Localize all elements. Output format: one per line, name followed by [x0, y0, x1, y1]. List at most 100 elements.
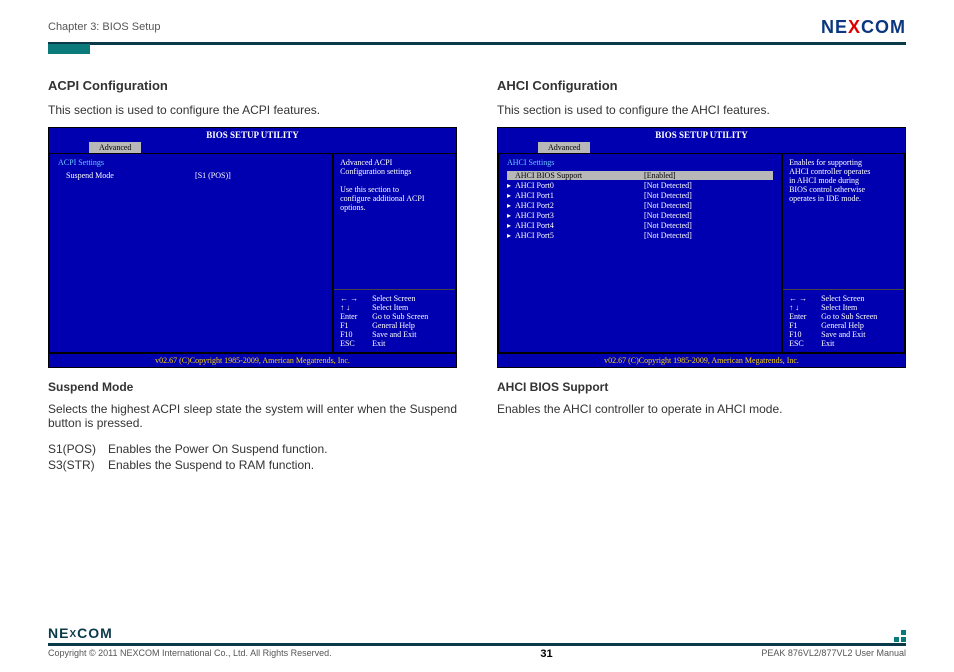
key-name: ← → — [340, 294, 372, 303]
bios-section-header: AHCI Settings — [507, 158, 773, 167]
key-action: Select Item — [372, 303, 408, 312]
key-name: ESC — [340, 339, 372, 348]
bios-key-row: F10Save and Exit — [789, 330, 898, 339]
ahci-heading: AHCI Configuration — [497, 78, 906, 93]
bios-key-row: F1General Help — [340, 321, 449, 330]
bios-tab-advanced: Advanced — [89, 142, 141, 153]
bios-row-label: AHCI BIOS Support — [515, 171, 644, 180]
key-action: Save and Exit — [372, 330, 416, 339]
bios-help-line: Configuration settings — [340, 167, 449, 176]
key-name: ESC — [789, 339, 821, 348]
bios-row-value: [Not Detected] — [644, 221, 773, 230]
key-name: Enter — [340, 312, 372, 321]
bios-key-legend: ← →Select Screen↑ ↓Select ItemEnterGo to… — [783, 289, 904, 352]
triangle-icon: ▸ — [507, 181, 515, 190]
bios-footer: v02.67 (C)Copyright 1985-2009, American … — [498, 353, 905, 367]
ahci-intro: This section is used to configure the AH… — [497, 103, 906, 117]
triangle-icon: ▸ — [507, 211, 515, 220]
bios-row: ▸AHCI Port0[Not Detected] — [507, 181, 773, 190]
bios-tabs: Advanced — [498, 142, 905, 153]
bios-body: AHCI Settings AHCI BIOS Support[Enabled]… — [498, 153, 905, 353]
bios-row: ▸AHCI Port1[Not Detected] — [507, 191, 773, 200]
suspend-mode-heading: Suspend Mode — [48, 380, 457, 394]
bios-title: BIOS SETUP UTILITY — [498, 128, 905, 142]
key-name: ← → — [789, 294, 821, 303]
key-action: Exit — [372, 339, 385, 348]
bios-row-value: [Not Detected] — [644, 201, 773, 210]
bios-key-row: ← →Select Screen — [789, 294, 898, 303]
bios-help-line: Enables for supporting — [789, 158, 898, 167]
bios-right-pane: Enables for supportingAHCI controller op… — [782, 153, 905, 353]
option-key: S3(STR) — [48, 458, 108, 472]
bios-help-line: operates in IDE mode. — [789, 194, 898, 203]
key-action: Select Screen — [372, 294, 415, 303]
ahci-bios-support-heading: AHCI BIOS Support — [497, 380, 906, 394]
key-action: Go to Sub Screen — [821, 312, 877, 321]
key-action: Exit — [821, 339, 834, 348]
bios-left-pane: AHCI Settings AHCI BIOS Support[Enabled]… — [498, 153, 782, 353]
bios-screenshot-ahci: BIOS SETUP UTILITY Advanced AHCI Setting… — [497, 127, 906, 368]
acpi-heading: ACPI Configuration — [48, 78, 457, 93]
bios-row: ▸AHCI Port4[Not Detected] — [507, 221, 773, 230]
nexcom-logo-footer: NEXCOM — [48, 625, 113, 641]
bios-help-line: BIOS control otherwise — [789, 185, 898, 194]
bios-row-label: AHCI Port4 — [515, 221, 644, 230]
bios-tab-advanced: Advanced — [538, 142, 590, 153]
bios-help-line: Advanced ACPI — [340, 158, 449, 167]
bios-row-value: [Not Detected] — [644, 181, 773, 190]
key-name: Enter — [789, 312, 821, 321]
bios-section-header: ACPI Settings — [58, 158, 324, 167]
bios-title: BIOS SETUP UTILITY — [49, 128, 456, 142]
key-name: F1 — [789, 321, 821, 330]
bios-key-legend: ← →Select Screen↑ ↓Select ItemEnterGo to… — [334, 289, 455, 352]
bios-help-line: options. — [340, 203, 449, 212]
bios-row: AHCI BIOS Support[Enabled] — [507, 171, 773, 180]
bios-row-value: [Enabled] — [644, 171, 773, 180]
bios-row-value: [Not Detected] — [644, 191, 773, 200]
bios-rows-ahci: AHCI BIOS Support[Enabled]▸AHCI Port0[No… — [507, 171, 773, 240]
option-desc: Enables the Power On Suspend function. — [108, 442, 327, 456]
bios-row-value: [Not Detected] — [644, 211, 773, 220]
header-rule — [48, 42, 906, 45]
triangle-icon: ▸ — [507, 191, 515, 200]
bios-help-text: Enables for supportingAHCI controller op… — [783, 154, 904, 289]
page-footer: NEXCOM Copyright © 2011 NEXCOM Internati… — [48, 625, 906, 660]
option-line: S3(STR)Enables the Suspend to RAM functi… — [48, 458, 457, 472]
bios-help-line: AHCI controller operates — [789, 167, 898, 176]
key-action: Go to Sub Screen — [372, 312, 428, 321]
copyright-text: Copyright © 2011 NEXCOM International Co… — [48, 648, 332, 660]
bios-row: ▸AHCI Port3[Not Detected] — [507, 211, 773, 220]
bios-row-label: AHCI Port5 — [515, 231, 644, 240]
bios-left-pane: ACPI Settings Suspend Mode[S1 (POS)] — [49, 153, 333, 353]
suspend-mode-options: S1(POS)Enables the Power On Suspend func… — [48, 442, 457, 472]
bios-rows-acpi: Suspend Mode[S1 (POS)] — [58, 171, 324, 180]
key-name: F1 — [340, 321, 372, 330]
key-name: F10 — [340, 330, 372, 339]
bios-row-label: AHCI Port1 — [515, 191, 644, 200]
bios-row-label: AHCI Port3 — [515, 211, 644, 220]
key-name: F10 — [789, 330, 821, 339]
bios-help-line: in AHCI mode during — [789, 176, 898, 185]
triangle-icon: ▸ — [507, 221, 515, 230]
bios-row-label: Suspend Mode — [66, 171, 195, 180]
key-action: Select Item — [821, 303, 857, 312]
option-line: S1(POS)Enables the Power On Suspend func… — [48, 442, 457, 456]
manual-name: PEAK 876VL2/877VL2 User Manual — [761, 648, 906, 660]
bios-key-row: ← →Select Screen — [340, 294, 449, 303]
acpi-intro: This section is used to configure the AC… — [48, 103, 457, 117]
bios-row-label: AHCI Port2 — [515, 201, 644, 210]
bios-row-value: [Not Detected] — [644, 231, 773, 240]
bios-body: ACPI Settings Suspend Mode[S1 (POS)] Adv… — [49, 153, 456, 353]
bios-key-row: ESCExit — [340, 339, 449, 348]
bios-row-value: [S1 (POS)] — [195, 171, 324, 180]
page-header: Chapter 3: BIOS Setup NEXCOM — [48, 16, 906, 38]
key-action: General Help — [372, 321, 415, 330]
page-number: 31 — [540, 648, 552, 660]
bios-footer: v02.67 (C)Copyright 1985-2009, American … — [49, 353, 456, 367]
bios-help-line: Use this section to — [340, 185, 449, 194]
key-action: Save and Exit — [821, 330, 865, 339]
key-action: Select Screen — [821, 294, 864, 303]
bios-row: Suspend Mode[S1 (POS)] — [58, 171, 324, 180]
bios-help-line: configure additional ACPI — [340, 194, 449, 203]
left-column: ACPI Configuration This section is used … — [48, 78, 457, 474]
